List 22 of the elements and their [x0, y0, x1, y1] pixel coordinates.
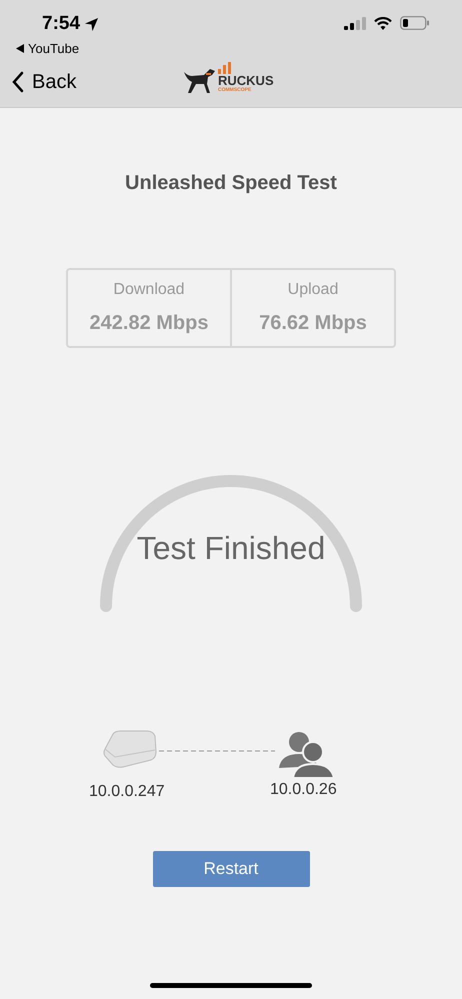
users-icon: [277, 730, 335, 778]
client-address: 10.0.0.26: [270, 780, 337, 800]
chevron-left-icon: [12, 71, 24, 93]
signal-icon: [344, 16, 366, 30]
page-title: Unleashed Speed Test: [124, 171, 338, 196]
result-value: 242.82 Mbps: [90, 311, 208, 336]
access-point-address: 10.0.0.247: [89, 782, 165, 802]
gauge-status: Test Finished: [136, 529, 326, 568]
location-arrow-icon: [84, 16, 100, 32]
battery-icon: [400, 16, 430, 30]
restart-button[interactable]: Restart: [152, 851, 310, 887]
back-to-app-link[interactable]: YouTube: [14, 38, 100, 58]
back-button[interactable]: Back: [0, 67, 76, 97]
result-label: Download: [113, 280, 185, 300]
bars-logo-icon: [218, 62, 232, 74]
logo-brand-text: RUCKUS: [218, 74, 274, 87]
result-label: Upload: [288, 280, 338, 300]
wifi-icon: [374, 16, 392, 30]
access-point-icon: [103, 730, 157, 768]
status-time: 7:54: [42, 12, 80, 36]
back-triangle-icon: [16, 44, 24, 53]
result-value: 76.62 Mbps: [259, 311, 367, 336]
